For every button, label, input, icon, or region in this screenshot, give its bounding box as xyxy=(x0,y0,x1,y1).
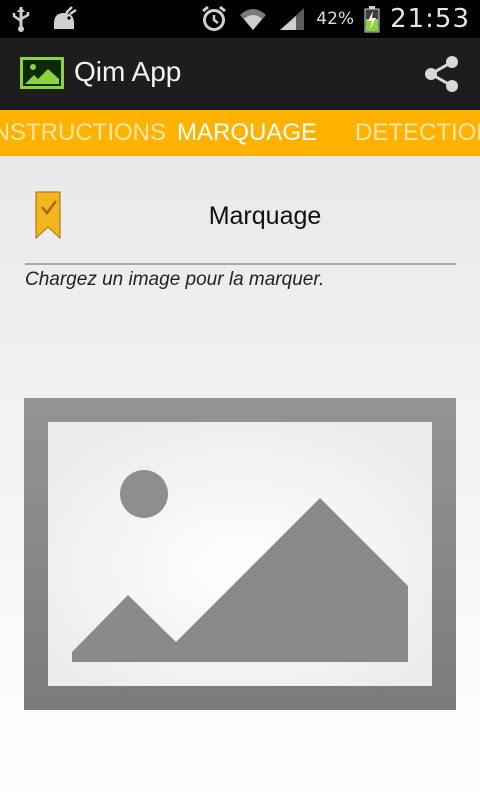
battery-percent: 42% xyxy=(316,9,355,29)
share-icon[interactable] xyxy=(422,54,462,94)
tab-marquage[interactable]: MARQUAGE xyxy=(177,119,317,147)
battery-charging-icon xyxy=(364,6,380,33)
alarm-icon xyxy=(202,5,227,31)
section-title: Marquage xyxy=(208,202,322,230)
divider xyxy=(25,263,456,265)
app-title: Qim App xyxy=(74,56,182,87)
instruction-text: Chargez un image pour la marquer. xyxy=(25,269,325,290)
status-bar: 42% 21:53 xyxy=(0,0,480,38)
signal-icon xyxy=(280,8,305,30)
gallery-image-icon[interactable] xyxy=(20,57,64,89)
android-screen: 42% 21:53 Qim App INSTRUCTIONS MARQUAGE … xyxy=(0,0,480,800)
android-debug-icon xyxy=(54,6,77,29)
clock-time: 21:53 xyxy=(390,4,470,34)
wifi-icon xyxy=(240,9,267,30)
usb-icon xyxy=(12,7,30,32)
status-right: 42% 21:53 xyxy=(200,4,470,34)
action-bar: Qim App xyxy=(0,38,480,111)
marquage-content: Marquage Chargez un image pour la marque… xyxy=(0,156,480,800)
tab-detection[interactable]: DETECTION xyxy=(355,119,480,147)
image-placeholder-icon[interactable] xyxy=(24,398,456,710)
tab-instructions[interactable]: INSTRUCTIONS xyxy=(0,119,166,147)
status-left-icons xyxy=(10,5,78,33)
tab-strip: INSTRUCTIONS MARQUAGE DETECTION xyxy=(0,110,480,156)
